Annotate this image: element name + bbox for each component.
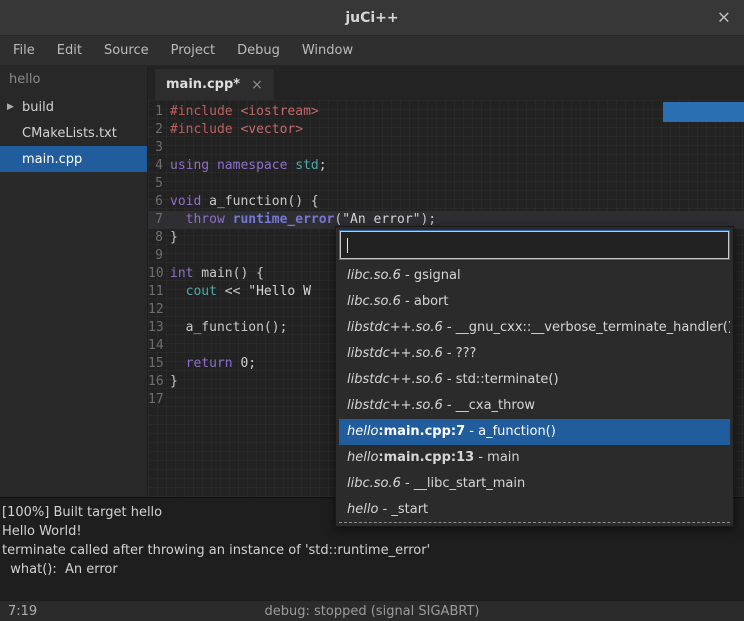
code-text — [170, 175, 744, 193]
backtrace-item[interactable]: libstdc++.so.6 - __gnu_cxx::__verbose_te… — [339, 315, 730, 341]
sidebar-item-label: CMakeLists.txt — [22, 126, 117, 141]
frame-module: libstdc++.so.6 — [347, 346, 443, 361]
menu-edit[interactable]: Edit — [46, 36, 93, 65]
debug-status: debug: stopped (signal SIGABRT) — [265, 604, 480, 619]
sidebar-item-build[interactable]: ▶ build — [0, 94, 147, 120]
text-caret — [347, 238, 348, 253]
code-text: #include <vector> — [170, 121, 744, 139]
tab-bar: main.cpp* × — [148, 66, 744, 100]
frame-symbol: - std::terminate() — [443, 372, 559, 387]
menu-bar: FileEditSourceProjectDebugWindow — [0, 36, 744, 66]
code-line-3: 3 — [148, 139, 744, 157]
backtrace-item[interactable]: libc.so.6 - abort — [339, 289, 730, 315]
backtrace-item[interactable]: libstdc++.so.6 - ??? — [339, 341, 730, 367]
frame-symbol: - _start — [378, 502, 428, 517]
line-number: 13 — [148, 319, 170, 337]
backtrace-item[interactable]: hello - _start — [339, 497, 730, 523]
cursor-position: 7:19 — [0, 604, 37, 619]
window-title: juCi++ — [345, 10, 398, 26]
line-number: 5 — [148, 175, 170, 193]
chevron-right-icon[interactable]: ▶ — [7, 102, 14, 112]
code-text — [170, 139, 744, 157]
frame-symbol: - gsignal — [401, 268, 461, 283]
close-icon[interactable]: × — [717, 9, 731, 26]
output-line: what(): An error — [2, 560, 742, 579]
line-number: 11 — [148, 283, 170, 301]
line-number: 4 — [148, 157, 170, 175]
sidebar-item-label: build — [22, 100, 54, 115]
frame-symbol: - a_function() — [465, 424, 556, 439]
frame-symbol: - __libc_start_main — [401, 476, 525, 491]
line-number: 17 — [148, 391, 170, 409]
frame-symbol: - ??? — [443, 346, 477, 361]
frame-symbol: - main — [474, 450, 519, 465]
line-number: 7 — [148, 211, 170, 229]
code-line-4: 4using namespace std; — [148, 157, 744, 175]
sidebar-item-label: main.cpp — [22, 152, 82, 167]
menu-project[interactable]: Project — [160, 36, 226, 65]
frame-module: libc.so.6 — [347, 476, 401, 491]
frame-module: libc.so.6 — [347, 294, 401, 309]
frame-module: hello — [347, 424, 378, 439]
output-line: terminate called after throwing an insta… — [2, 541, 742, 560]
backtrace-filter-input[interactable] — [340, 231, 729, 259]
backtrace-item[interactable]: libc.so.6 - gsignal — [339, 263, 730, 289]
code-line-6: 6void a_function() { — [148, 193, 744, 211]
line-number: 6 — [148, 193, 170, 211]
scrollbar-thumb[interactable] — [663, 102, 744, 122]
frame-symbol: - __gnu_cxx::__verbose_terminate_handler… — [443, 320, 730, 335]
frame-location: :main.cpp:7 — [378, 424, 465, 439]
code-line-1: 1#include <iostream> — [148, 103, 744, 121]
jucipp-window: juCi++ × FileEditSourceProjectDebugWindo… — [0, 0, 744, 621]
menu-source[interactable]: Source — [93, 36, 160, 65]
menu-window[interactable]: Window — [291, 36, 364, 65]
frame-location: :main.cpp:13 — [378, 450, 474, 465]
code-line-5: 5 — [148, 175, 744, 193]
frame-module: hello — [347, 502, 378, 517]
tab-label: main.cpp* — [166, 77, 240, 92]
line-number: 15 — [148, 355, 170, 373]
line-number: 9 — [148, 247, 170, 265]
frame-module: hello — [347, 450, 378, 465]
line-number: 1 — [148, 103, 170, 121]
code-text: void a_function() { — [170, 193, 744, 211]
frame-symbol: - abort — [401, 294, 449, 309]
title-bar: juCi++ × — [0, 0, 744, 36]
line-number: 2 — [148, 121, 170, 139]
frame-module: libc.so.6 — [347, 268, 401, 283]
backtrace-item[interactable]: libc.so.6 - __libc_start_main — [339, 471, 730, 497]
tab-close-icon[interactable]: × — [251, 78, 263, 92]
file-tree: ▶ build CMakeLists.txt main.cpp — [0, 94, 147, 172]
project-name: hello — [0, 66, 147, 94]
backtrace-item[interactable]: libstdc++.so.6 - std::terminate() — [339, 367, 730, 393]
line-number: 3 — [148, 139, 170, 157]
line-number: 16 — [148, 373, 170, 391]
backtrace-item[interactable]: hello:main.cpp:13 - main — [339, 445, 730, 471]
code-line-2: 2#include <vector> — [148, 121, 744, 139]
menu-debug[interactable]: Debug — [226, 36, 291, 65]
frame-module: libstdc++.so.6 — [347, 398, 443, 413]
tab-main-cpp[interactable]: main.cpp* × — [155, 69, 274, 100]
menu-file[interactable]: File — [2, 36, 46, 65]
code-text: #include <iostream> — [170, 103, 744, 121]
backtrace-list: libc.so.6 - gsignallibc.so.6 - abortlibs… — [339, 263, 730, 523]
frame-module: libstdc++.so.6 — [347, 372, 443, 387]
line-number: 14 — [148, 337, 170, 355]
code-text: using namespace std; — [170, 157, 744, 175]
backtrace-item[interactable]: libstdc++.so.6 - __cxa_throw — [339, 393, 730, 419]
line-number: 8 — [148, 229, 170, 247]
frame-symbol: - __cxa_throw — [443, 398, 535, 413]
backtrace-popup: libc.so.6 - gsignallibc.so.6 - abortlibs… — [335, 226, 734, 527]
frame-module: libstdc++.so.6 — [347, 320, 443, 335]
line-number: 12 — [148, 301, 170, 319]
line-number: 10 — [148, 265, 170, 283]
backtrace-item[interactable]: hello:main.cpp:7 - a_function() — [339, 419, 730, 445]
sidebar-item-main-cpp[interactable]: main.cpp — [0, 146, 147, 172]
status-bar: 7:19 debug: stopped (signal SIGABRT) — [0, 600, 744, 621]
sidebar-item-cmakelists-txt[interactable]: CMakeLists.txt — [0, 120, 147, 146]
file-tree-panel: hello ▶ build CMakeLists.txt main.cpp — [0, 66, 148, 497]
